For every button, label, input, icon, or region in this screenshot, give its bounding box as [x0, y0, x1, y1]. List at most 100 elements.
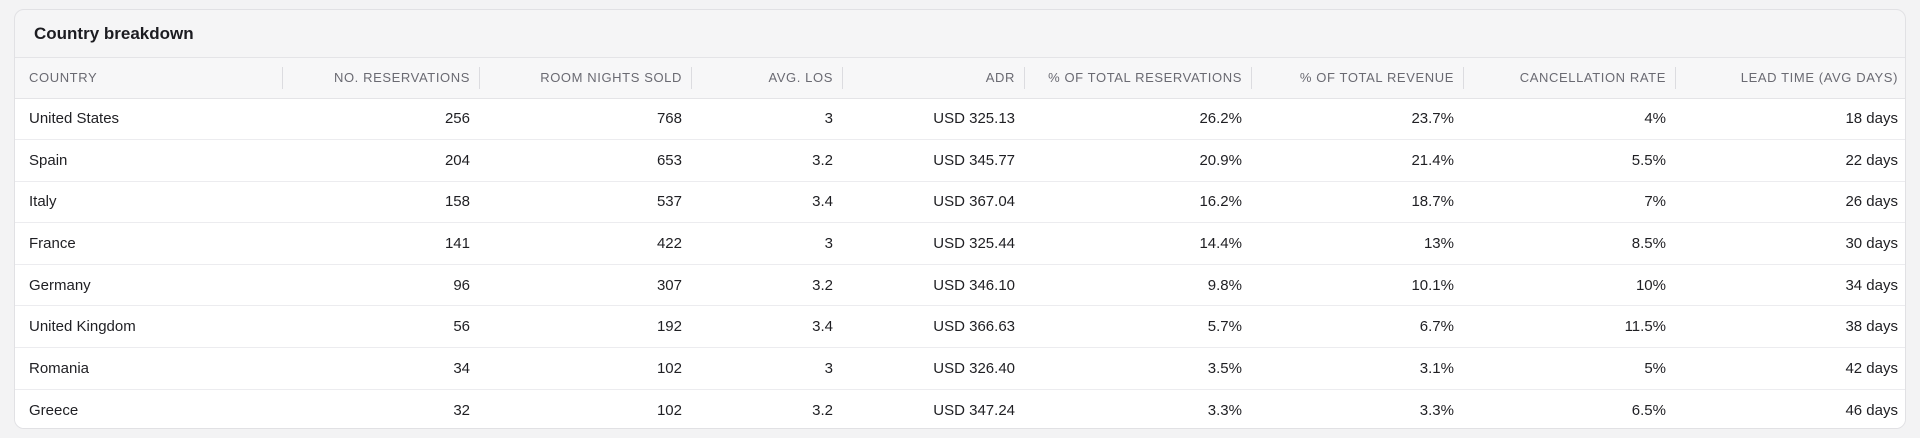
- cell-adr: USD 367.04: [842, 181, 1024, 224]
- cell-pct-reservations: 20.9%: [1024, 139, 1251, 182]
- cell-pct-revenue: 6.7%: [1251, 305, 1463, 349]
- column-header-cancellation-rate[interactable]: CANCELLATION RATE: [1463, 58, 1675, 99]
- column-header-label: ROOM NIGHTS SOLD: [540, 70, 682, 86]
- cell-lead-time: 30 days: [1675, 222, 1905, 265]
- cell-cancellation-rate: 7%: [1463, 181, 1675, 224]
- cell-room-nights: 653: [479, 139, 691, 182]
- cell-cancellation-rate: 5%: [1463, 347, 1675, 390]
- cell-lead-time: 46 days: [1845, 401, 1898, 419]
- cell-lead-time: 38 days: [1675, 305, 1905, 349]
- cell-avg-los: 3.2: [812, 401, 833, 419]
- cell-reservations: 56: [282, 305, 479, 349]
- column-header-pct-reservations[interactable]: % OF TOTAL RESERVATIONS: [1024, 58, 1251, 99]
- cell-pct-reservations: 3.5%: [1024, 347, 1251, 390]
- cell-pct-revenue: 10.1%: [1251, 264, 1463, 307]
- cell-lead-time: 26 days: [1675, 181, 1905, 224]
- cell-reservations: 256: [282, 98, 479, 141]
- cell-cancellation-rate: 11.5%: [1463, 305, 1675, 349]
- cell-avg-los: 3.2: [691, 139, 842, 182]
- cell-pct-reservations: 16.2%: [1024, 181, 1251, 224]
- cell-avg-los: 3: [691, 98, 842, 141]
- cell-adr: USD 326.40: [842, 347, 1024, 390]
- cell-country: France: [15, 222, 282, 265]
- cell-room-nights: 422: [479, 222, 691, 265]
- table-row[interactable]: United Kingdom 56 192 3.4 USD 366.63 5.7% 6.7%…: [15, 305, 1905, 349]
- country-breakdown-table: COUNTRY NO. RESERVATIONS ROOM NIGHTS SOL…: [15, 58, 1905, 428]
- cell-pct-revenue: 3.1%: [1251, 347, 1463, 390]
- cell-pct-reservations: 26.2%: [1024, 98, 1251, 141]
- column-header-pct-revenue[interactable]: % OF TOTAL REVENUE: [1251, 58, 1463, 99]
- cell-country: Greece: [29, 401, 79, 419]
- cell-lead-time: 34 days: [1675, 264, 1905, 307]
- cell-reservations: 34: [282, 347, 479, 390]
- cell-reservations: 204: [282, 139, 479, 182]
- table-container[interactable]: COUNTRY NO. RESERVATIONS ROOM NIGHTS SOL…: [15, 57, 1905, 428]
- column-separator: [842, 67, 843, 89]
- column-header-country[interactable]: COUNTRY: [15, 58, 282, 99]
- cell-room-nights: 102: [479, 347, 691, 390]
- cell-lead-time: 18 days: [1675, 98, 1905, 141]
- table-header-row: COUNTRY NO. RESERVATIONS ROOM NIGHTS SOL…: [15, 58, 1905, 99]
- column-header-lead-time[interactable]: LEAD TIME (AVG DAYS): [1675, 58, 1905, 99]
- table-row[interactable]: Italy 158 537 3.4 USD 367.04 16.2% 18.7% 7% 26 d…: [15, 181, 1905, 224]
- column-header-label: % OF TOTAL RESERVATIONS: [1048, 70, 1242, 86]
- column-header-room-nights[interactable]: ROOM NIGHTS SOLD: [479, 58, 691, 99]
- cell-country: Italy: [15, 181, 282, 224]
- column-header-avg-los[interactable]: AVG. LOS: [691, 58, 842, 99]
- cell-cancellation-rate: 4%: [1463, 98, 1675, 141]
- cell-cancellation-rate: 10%: [1463, 264, 1675, 307]
- cell-country: United States: [15, 98, 282, 141]
- cell-room-nights: 307: [479, 264, 691, 307]
- cell-adr: USD 345.77: [842, 139, 1024, 182]
- column-header-label: AVG. LOS: [768, 70, 833, 86]
- table-row[interactable]: United States 256 768 3 USD 325.13 26.2% 23.7%…: [15, 98, 1905, 141]
- cell-lead-time: 42 days: [1675, 347, 1905, 390]
- column-separator: [1463, 67, 1464, 89]
- column-header-label: LEAD TIME (AVG DAYS): [1740, 70, 1898, 86]
- column-header-label: NO. RESERVATIONS: [333, 70, 470, 86]
- table-row[interactable]: Greece 32 102 3.2 USD 347.24 3.3% 3.3% 6.5% 46 d…: [15, 389, 1905, 428]
- card-title: Country breakdown: [34, 23, 194, 43]
- column-header-label: % OF TOTAL REVENUE: [1299, 70, 1454, 86]
- cell-adr: USD 325.13: [842, 98, 1024, 141]
- cell-pct-revenue: 3.3%: [1419, 401, 1454, 419]
- cell-avg-los: 3: [691, 222, 842, 265]
- cell-reservations: 96: [282, 264, 479, 307]
- cell-reservations: 158: [282, 181, 479, 224]
- column-header-reservations[interactable]: NO. RESERVATIONS: [282, 58, 479, 99]
- table-row[interactable]: Germany 96 307 3.2 USD 346.10 9.8% 10.1% 10% 34 …: [15, 264, 1905, 307]
- column-separator: [1024, 67, 1025, 89]
- cell-adr: USD 366.63: [842, 305, 1024, 349]
- cell-pct-reservations: 14.4%: [1024, 222, 1251, 265]
- cell-room-nights: 102: [656, 401, 682, 419]
- cell-room-nights: 768: [479, 98, 691, 141]
- cell-reservations: 141: [282, 222, 479, 265]
- cell-country: United Kingdom: [15, 305, 282, 349]
- card-header: Country breakdown: [15, 10, 1905, 57]
- cell-country: Romania: [15, 347, 282, 390]
- column-header-label: ADR: [985, 70, 1015, 86]
- cell-adr: USD 325.44: [842, 222, 1024, 265]
- cell-avg-los: 3.2: [691, 264, 842, 307]
- cell-country: Germany: [15, 264, 282, 307]
- cell-adr: USD 346.10: [842, 264, 1024, 307]
- cell-avg-los: 3.4: [691, 305, 842, 349]
- table-row[interactable]: Spain 204 653 3.2 USD 345.77 20.9% 21.4% 5.5% 22…: [15, 139, 1905, 182]
- cell-avg-los: 3.4: [691, 181, 842, 224]
- cell-room-nights: 537: [479, 181, 691, 224]
- cell-cancellation-rate: 8.5%: [1463, 222, 1675, 265]
- cell-pct-revenue: 13%: [1251, 222, 1463, 265]
- cell-adr: USD 347.24: [933, 401, 1015, 419]
- cell-reservations: 32: [453, 401, 470, 419]
- column-separator: [691, 67, 692, 89]
- cell-country: Spain: [15, 139, 282, 182]
- cell-avg-los: 3: [691, 347, 842, 390]
- table-row[interactable]: Romania 34 102 3 USD 326.40 3.5% 3.1% 5% 42 days: [15, 347, 1905, 390]
- column-header-adr[interactable]: ADR: [842, 58, 1024, 99]
- cell-lead-time: 22 days: [1675, 139, 1905, 182]
- table-row[interactable]: France 141 422 3 USD 325.44 14.4% 13% 8.5% 30 da…: [15, 222, 1905, 265]
- column-separator: [479, 67, 480, 89]
- cell-pct-revenue: 18.7%: [1251, 181, 1463, 224]
- column-header-label: CANCELLATION RATE: [1519, 70, 1666, 86]
- cell-room-nights: 192: [479, 305, 691, 349]
